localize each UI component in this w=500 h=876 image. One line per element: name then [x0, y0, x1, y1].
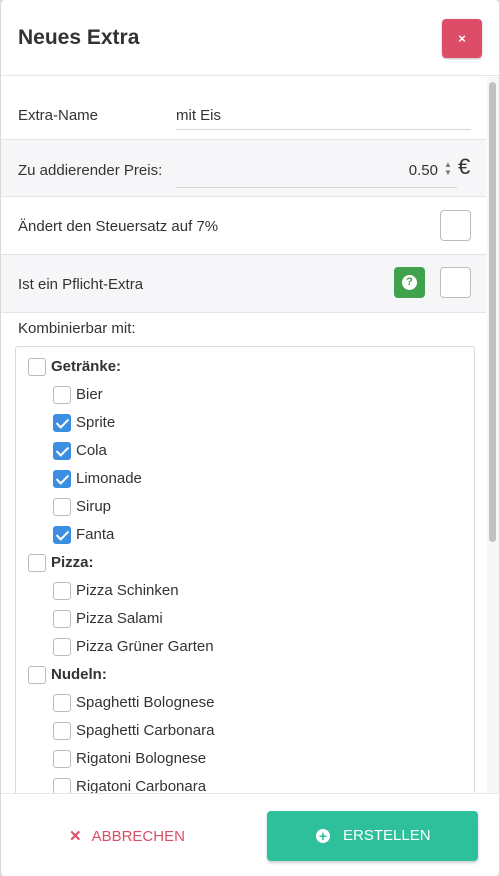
item-checkbox[interactable]: [53, 470, 71, 488]
item-checkbox[interactable]: [53, 750, 71, 768]
item-checkbox[interactable]: [53, 582, 71, 600]
close-button[interactable]: ×: [442, 19, 482, 58]
price-label: Zu addierender Preis:: [18, 162, 163, 179]
group-label: Getränke:: [51, 358, 122, 375]
item-label: Spaghetti Bolognese: [76, 694, 215, 711]
plus-circle-icon: +: [316, 829, 330, 843]
tax-label: Ändert den Steuersatz auf 7%: [18, 218, 219, 235]
combinable-tree: Getränke: Bier Sprite Cola Limonade Siru…: [15, 346, 475, 793]
item-label: Pizza Grüner Garten: [76, 638, 214, 655]
create-button[interactable]: + ERSTELLEN: [267, 811, 478, 861]
item-label: Sprite: [76, 414, 116, 431]
item-label: Sirup: [76, 498, 112, 515]
currency-symbol: €: [458, 154, 471, 179]
extra-name-input[interactable]: mit Eis: [176, 93, 471, 130]
group-label: Pizza:: [51, 554, 94, 571]
item-label: Limonade: [76, 470, 142, 487]
mandatory-label: Ist ein Pflicht-Extra: [18, 276, 144, 293]
price-value: 0.50: [408, 162, 438, 179]
item-checkbox[interactable]: [53, 610, 71, 628]
group-checkbox[interactable]: [28, 666, 46, 684]
item-checkbox[interactable]: [53, 414, 71, 432]
body-scrollbar[interactable]: [487, 77, 499, 793]
tax-row: Ändert den Steuersatz auf 7%: [1, 197, 486, 255]
item-checkbox[interactable]: [53, 694, 71, 712]
cancel-label: ABBRECHEN: [91, 828, 185, 845]
tax-checkbox[interactable]: [440, 210, 471, 241]
group-label: Nudeln:: [51, 666, 107, 683]
item-label: Rigatoni Bolognese: [76, 750, 207, 767]
price-row: Zu addierender Preis: 0.50 ▲ ▼ €: [1, 139, 486, 197]
group-checkbox[interactable]: [28, 554, 46, 572]
item-label: Fanta: [76, 526, 115, 543]
item-checkbox[interactable]: [53, 442, 71, 460]
price-spinner[interactable]: ▲ ▼: [442, 161, 454, 177]
extra-name-row: Extra-Name mit Eis: [1, 77, 486, 140]
scrollbar-thumb[interactable]: [489, 82, 496, 542]
mandatory-row: Ist ein Pflicht-Extra ?: [1, 254, 486, 313]
mandatory-checkbox[interactable]: [440, 267, 471, 298]
combinable-label: Kombinierbar mit:: [18, 320, 136, 337]
new-extra-modal: Neues Extra × Extra-Name mit Eis Zu addi…: [1, 0, 499, 876]
spinner-down-icon[interactable]: ▼: [442, 169, 454, 177]
modal-header: Neues Extra ×: [1, 0, 499, 76]
modal-title: Neues Extra: [18, 26, 140, 49]
item-label: Pizza Schinken: [76, 582, 179, 599]
modal-body: Extra-Name mit Eis Zu addierender Preis:…: [1, 77, 486, 793]
item-checkbox[interactable]: [53, 638, 71, 656]
item-label: Spaghetti Carbonara: [76, 722, 215, 739]
price-input[interactable]: 0.50 ▲ ▼: [176, 148, 457, 188]
item-label: Cola: [76, 442, 107, 459]
extra-name-label: Extra-Name: [18, 107, 99, 124]
item-checkbox[interactable]: [53, 386, 71, 404]
cancel-button[interactable]: ✕ ABBRECHEN: [69, 827, 185, 845]
item-label: Bier: [76, 386, 103, 403]
item-label: Rigatoni Carbonara: [76, 778, 207, 793]
question-circle-icon: ?: [402, 275, 417, 290]
item-label: Pizza Salami: [76, 610, 163, 627]
group-checkbox[interactable]: [28, 358, 46, 376]
close-icon: ✕: [69, 828, 82, 845]
item-checkbox[interactable]: [53, 498, 71, 516]
create-label: ERSTELLEN: [343, 827, 431, 844]
modal-footer: ✕ ABBRECHEN + ERSTELLEN: [1, 793, 499, 876]
help-button[interactable]: ?: [394, 267, 425, 298]
item-checkbox[interactable]: [53, 722, 71, 740]
item-checkbox[interactable]: [53, 778, 71, 793]
item-checkbox[interactable]: [53, 526, 71, 544]
